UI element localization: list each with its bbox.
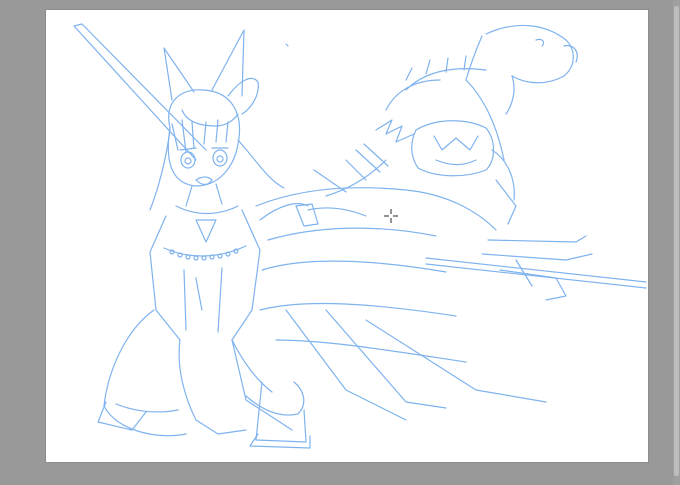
workspace[interactable] xyxy=(0,0,680,485)
crosshair-cursor-icon xyxy=(384,209,398,223)
vertical-scrollbar[interactable] xyxy=(673,0,680,485)
scrollbar-thumb[interactable] xyxy=(674,6,679,476)
sketch-artwork xyxy=(73,23,647,449)
drawing-canvas[interactable] xyxy=(46,10,648,462)
